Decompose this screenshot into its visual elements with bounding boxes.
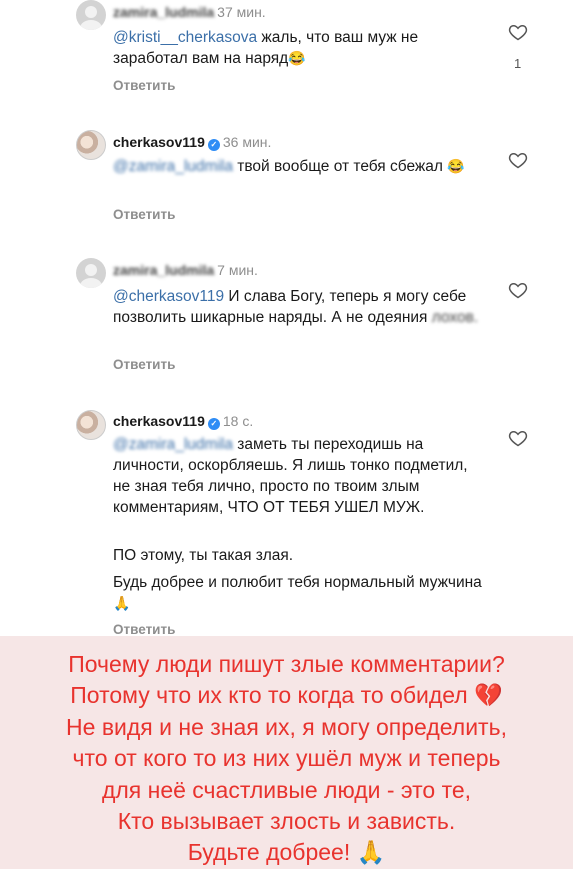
comment-paragraph-2: ПО этому, ты такая злая. — [113, 547, 294, 564]
folded-hands-emoji: 🙏 — [113, 595, 131, 611]
username[interactable]: cherkasov119 — [113, 134, 205, 150]
verified-badge-icon: ✓ — [207, 139, 220, 151]
comment-body-tail: лохов. — [427, 309, 479, 326]
verified-badge-icon: ✓ — [207, 418, 220, 430]
reply-button[interactable]: Ответить — [113, 78, 175, 93]
banner-text: Будьте добрее! — [187, 839, 351, 865]
banner-line-7: Будьте добрее! 🙏 — [0, 838, 573, 867]
comment-body: твой вообще от тебя сбежал — [232, 158, 448, 175]
banner-line-3: Не видя и не зная их, я могу определить, — [66, 714, 507, 740]
reply-button[interactable]: Ответить — [113, 207, 175, 222]
mention-link[interactable]: @cherkasov119 — [113, 288, 224, 305]
comment-header: cherkasov119 ✓ 36 мин. — [113, 134, 271, 151]
banner-line-4: что от кого то из них ушёл муж и теперь — [72, 745, 501, 771]
timestamp: 37 мин. — [217, 4, 266, 20]
comment-paragraph-3: Будь добрее и полюбит тебя нормальный му… — [113, 572, 485, 614]
comment-header: zamira_ludmila 37 мин. — [113, 4, 266, 20]
comment-text: @kristi__cherkasova жаль, что ваш муж не… — [113, 27, 485, 69]
username[interactable]: zamira_ludmila — [113, 262, 214, 278]
banner-line-6: Кто вызывает злость и зависть. — [117, 808, 456, 834]
heart-outline-icon[interactable] — [508, 280, 528, 300]
laughing-emoji: 😂 — [447, 158, 465, 174]
comment-header: cherkasov119 ✓ 18 с. — [113, 413, 253, 430]
comment-text: @zamira_ludmila заметь ты переходишь на … — [113, 434, 485, 518]
mention-link[interactable]: @zamira_ludmila — [113, 158, 233, 175]
avatar[interactable] — [76, 258, 106, 288]
comment-header: zamira_ludmila 7 мин. — [113, 262, 258, 278]
banner-line-2: Потому что их кто то когда то обидел 💔 — [0, 681, 573, 710]
like-count: 1 — [514, 56, 522, 71]
avatar[interactable] — [76, 0, 106, 30]
comment-body: Будь добрее и полюбит тебя нормальный му… — [113, 574, 482, 591]
heart-outline-icon[interactable] — [508, 22, 528, 42]
broken-heart-emoji: 💔 — [474, 682, 503, 708]
avatar[interactable] — [76, 410, 106, 440]
heart-outline-icon[interactable] — [508, 428, 528, 448]
comment-text: @zamira_ludmila твой вообще от тебя сбеж… — [113, 156, 485, 177]
laughing-emoji: 😂 — [288, 50, 306, 66]
timestamp: 7 мин. — [217, 262, 258, 278]
reply-button[interactable]: Ответить — [113, 357, 175, 372]
heart-outline-icon[interactable] — [508, 150, 528, 170]
folded-hands-emoji: 🙏 — [356, 839, 386, 865]
reply-button[interactable]: Ответить — [113, 622, 175, 637]
avatar[interactable] — [76, 130, 106, 160]
timestamp: 36 мин. — [222, 134, 272, 150]
comment-text: @cherkasov119 И слава Богу, теперь я мог… — [113, 286, 485, 328]
mention-link[interactable]: @zamira_ludmila — [113, 436, 233, 453]
banner-text: Потому что их кто то когда то обидел — [70, 682, 468, 708]
message-banner: Почему люди пишут злые комментарии? Пото… — [0, 636, 573, 869]
timestamp: 18 с. — [222, 413, 254, 429]
username[interactable]: zamira_ludmila — [113, 4, 214, 20]
mention-link[interactable]: @kristi__cherkasova — [113, 29, 257, 46]
banner-line-5: для неё счастливые люди - это те, — [101, 777, 472, 803]
banner-line-1: Почему люди пишут злые комментарии? — [68, 651, 505, 677]
username[interactable]: cherkasov119 — [113, 413, 205, 429]
